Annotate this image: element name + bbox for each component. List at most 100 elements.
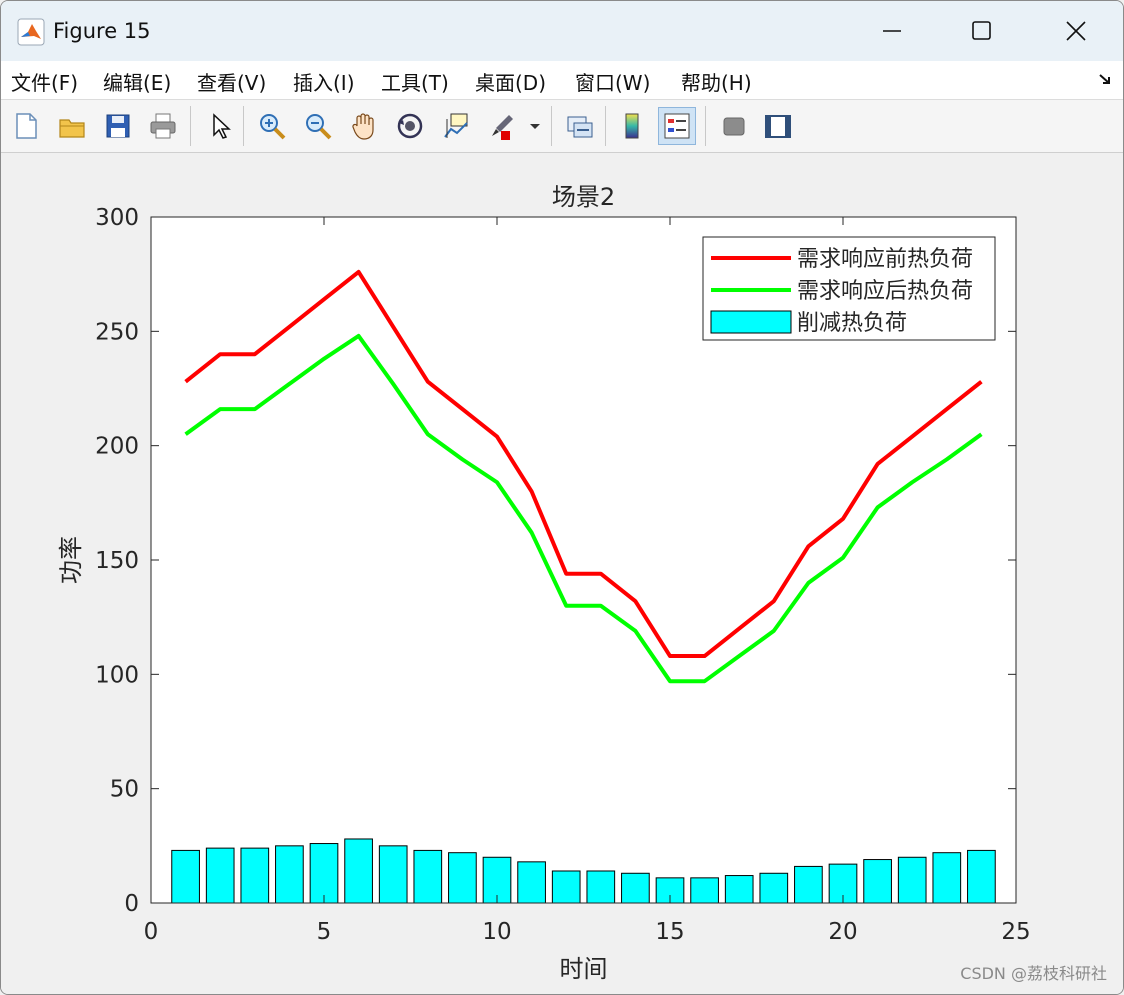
menu-insert[interactable]: 插入(I) [293,67,355,96]
zoom-out-icon [306,114,332,140]
x-tick-label: 0 [144,919,159,945]
close-button[interactable] [1053,9,1099,53]
legend-swatch-bar [710,310,792,334]
x-tick-label: 10 [482,919,511,945]
menu-file[interactable]: 文件(F) [11,67,78,96]
title-bar: Figure 15 [1,1,1123,61]
y-tick-label: 300 [95,205,139,231]
bar [759,872,789,904]
show-plot-tools-button[interactable] [759,107,797,145]
bar [794,865,823,904]
zoom-in-icon [260,114,286,140]
maximize-icon [972,21,991,40]
bar [413,849,443,904]
bar [344,838,373,904]
menu-desktop[interactable]: 桌面(D) [475,67,546,96]
toolbar-separator [605,106,606,146]
toolbar-separator [551,106,552,146]
rotate-3d-button[interactable] [391,107,429,145]
bar [586,870,616,904]
x-tick-label: 20 [828,919,857,945]
show-plot-tools-icon [765,115,791,138]
y-tick-label: 50 [110,777,139,803]
chart-svg: 0 5 10 15 20 25050100150200250300 场景2 时间 功率 需… [57,183,1031,983]
maximize-button[interactable] [959,9,1005,53]
x-tick-label: 15 [655,919,684,945]
link-button[interactable] [561,107,599,145]
x-tick-label: 5 [317,919,332,945]
brush-dropdown[interactable] [525,107,545,145]
bar [932,852,962,904]
figure-window: Figure 15 文件(F) 编辑(E) 查看(V) 插入(I) 工具(T) … [0,0,1124,995]
bar [863,859,892,904]
menu-help[interactable]: 帮助(H) [681,67,752,96]
pan-icon [352,113,374,140]
open-icon [59,119,85,138]
menu-tools[interactable]: 工具(T) [381,67,449,96]
zoom-out-button[interactable] [299,107,337,145]
menu-bar: 文件(F) 编辑(E) 查看(V) 插入(I) 工具(T) 桌面(D) 窗口(W… [1,61,1123,100]
save-button[interactable] [99,107,137,145]
bar [378,845,408,904]
bar [275,845,304,904]
matlab-icon [17,18,45,46]
bar [967,849,996,904]
bar [448,852,477,904]
pan-button[interactable] [345,107,383,145]
hide-plot-tools-button[interactable] [715,107,753,145]
dock-arrow-icon[interactable] [1097,71,1113,87]
legend-button[interactable] [658,107,696,145]
bar [240,847,270,904]
x-axis-label: 时间 [560,955,608,983]
legend-label: 需求响应前热负荷 [797,247,973,272]
close-icon [1066,21,1086,41]
pointer-icon [213,113,231,139]
hide-plot-tools-icon [723,117,745,136]
bar [621,872,650,904]
bar [517,861,546,904]
bar [897,856,927,904]
menu-window[interactable]: 窗口(W) [575,67,650,96]
y-tick-label: 200 [95,434,139,460]
bar [309,843,339,904]
bar [724,875,754,904]
chart-title: 场景2 [552,183,615,211]
minimize-button[interactable] [869,9,915,53]
legend-label: 需求响应后热负荷 [797,279,973,304]
legend-label: 削减热负荷 [797,311,907,336]
open-button[interactable] [53,107,91,145]
link-icon [567,116,593,138]
data-cursor-button[interactable] [437,107,475,145]
menu-edit[interactable]: 编辑(E) [103,67,171,96]
bar [171,849,200,904]
window-title: Figure 15 [53,19,151,43]
y-tick-label: 250 [95,319,139,345]
figure-canvas: 0 5 10 15 20 25 0 50 100 150 200 250 300 场景2 时间 功率 需… [1,153,1123,994]
zoom-in-button[interactable] [253,107,291,145]
new-figure-button[interactable] [7,107,45,145]
minimize-icon [883,30,901,32]
bar [205,847,235,904]
x-tick-label: 25 [1001,919,1030,945]
y-tick-label: 150 [95,548,139,574]
bar [690,877,719,904]
print-button[interactable] [144,107,182,145]
save-icon [106,114,130,138]
colorbar-button[interactable] [613,107,651,145]
colorbar-icon [625,113,639,139]
legend[interactable]: 需求响应前热负荷需求响应后热负荷削减热负荷 [702,236,996,341]
bar [551,870,581,904]
toolbar-separator [243,106,244,146]
menu-view[interactable]: 查看(V) [197,67,266,96]
brush-icon [492,115,513,140]
y-tick-label: 0 [124,891,139,917]
print-icon [150,113,176,139]
new-figure-icon [16,113,37,139]
rotate-3d-icon [397,113,423,139]
brush-button[interactable] [483,107,521,145]
dropdown-arrow-icon [530,124,540,129]
pointer-button[interactable] [201,107,239,145]
toolbar-separator [190,106,191,146]
data-cursor-icon [444,113,468,138]
toolbar [1,100,1123,153]
